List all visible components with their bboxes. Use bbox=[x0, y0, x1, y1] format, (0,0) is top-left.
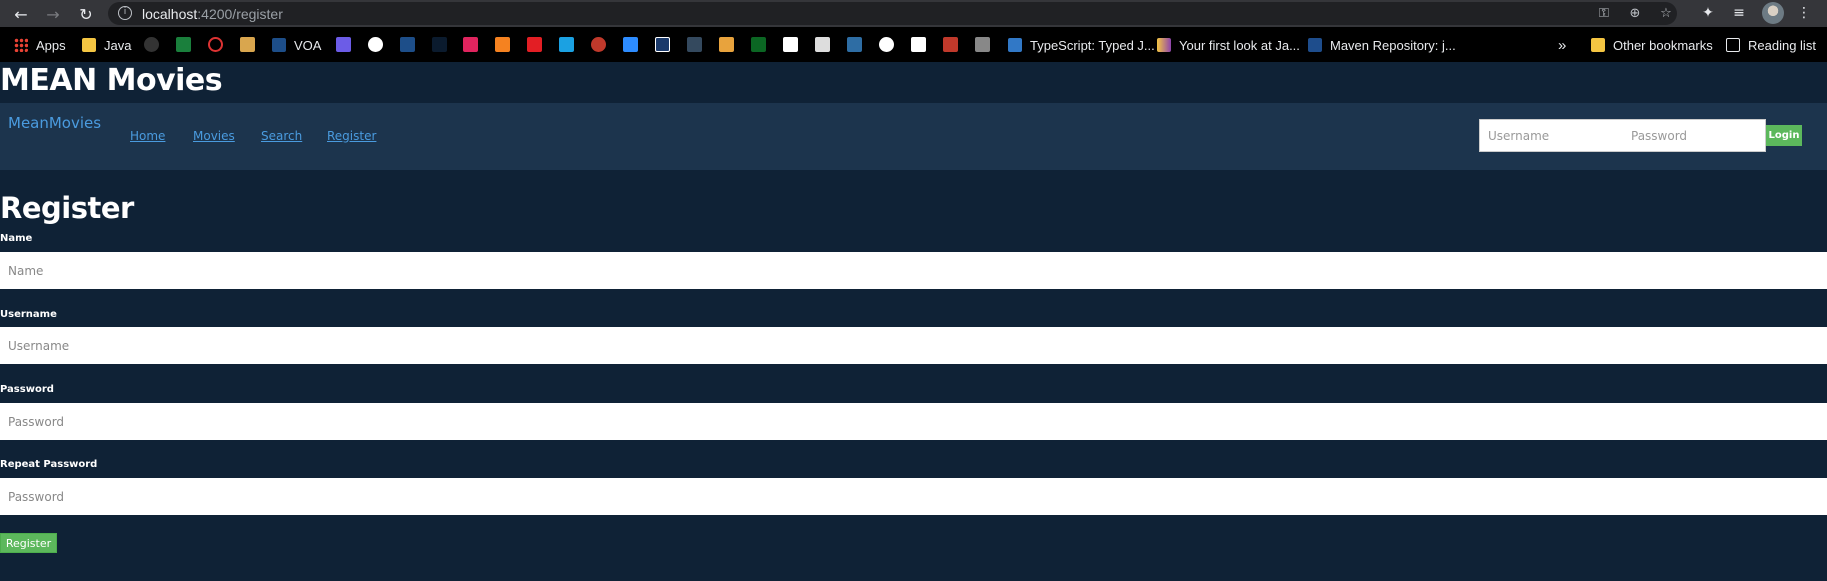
profile-avatar[interactable] bbox=[1762, 2, 1784, 24]
bookmark-maven-label: Maven Repository: j... bbox=[1330, 37, 1456, 53]
tile-icon[interactable] bbox=[975, 37, 990, 52]
globe-icon[interactable] bbox=[879, 37, 894, 52]
login-username-input[interactable] bbox=[1480, 120, 1623, 151]
menu-kebab-icon[interactable]: ⋮ bbox=[1794, 3, 1814, 23]
codepen-icon[interactable] bbox=[783, 37, 798, 52]
name-label: Name bbox=[0, 233, 33, 244]
media-queue-icon[interactable]: ≡ bbox=[1729, 3, 1749, 23]
tr-icon[interactable] bbox=[655, 37, 670, 52]
person-icon[interactable] bbox=[719, 37, 734, 52]
package-icon[interactable] bbox=[240, 37, 255, 52]
voa-icon bbox=[272, 38, 286, 52]
voa-alt-icon[interactable] bbox=[400, 37, 415, 52]
bookmark-page-icon bbox=[1157, 38, 1171, 52]
bookmark-java-label: Java bbox=[104, 37, 132, 53]
register-button[interactable]: Register bbox=[0, 533, 57, 553]
nav-search[interactable]: Search bbox=[261, 129, 302, 143]
login-password-input[interactable] bbox=[1623, 120, 1765, 151]
url-path: :4200/register bbox=[197, 6, 283, 22]
site-info-icon[interactable]: i bbox=[118, 6, 132, 20]
nav-home[interactable]: Home bbox=[130, 129, 165, 143]
navbar: MeanMovies Home Movies Search Register L… bbox=[0, 103, 1827, 170]
ev-icon[interactable] bbox=[559, 37, 574, 52]
reload-icon[interactable]: ↻ bbox=[74, 2, 98, 26]
bookmark-apps[interactable]: Apps bbox=[14, 36, 66, 54]
url-host: localhost bbox=[142, 6, 198, 22]
bookmarks-bar: Apps Java VOA TypeScript: Typed J... You… bbox=[0, 27, 1827, 62]
repeat-password-label: Repeat Password bbox=[0, 459, 98, 470]
codepen-alt-icon[interactable] bbox=[911, 37, 926, 52]
bookmark-maven[interactable]: Maven Repository: j... bbox=[1308, 36, 1456, 54]
bookmark-voa[interactable]: VOA bbox=[272, 36, 321, 54]
r-icon[interactable] bbox=[847, 37, 862, 52]
reading-list[interactable]: Reading list bbox=[1726, 36, 1816, 54]
cube-icon[interactable] bbox=[495, 37, 510, 52]
username-label: Username bbox=[0, 309, 57, 320]
bookmark-apps-label: Apps bbox=[36, 37, 66, 53]
a-logo-icon[interactable] bbox=[623, 37, 638, 52]
login-form bbox=[1479, 119, 1766, 152]
folder-icon bbox=[1591, 38, 1605, 52]
opera-icon[interactable] bbox=[208, 37, 223, 52]
repeat-password-field[interactable] bbox=[0, 478, 1827, 515]
back-arrow-icon[interactable]: ← bbox=[9, 2, 33, 26]
code-icon[interactable] bbox=[336, 37, 351, 52]
grid-icon[interactable] bbox=[815, 37, 830, 52]
gfg-icon[interactable] bbox=[751, 37, 766, 52]
bookmark-first-look[interactable]: Your first look at Ja... bbox=[1157, 36, 1300, 54]
swirl-icon[interactable] bbox=[591, 37, 606, 52]
bird-icon[interactable] bbox=[368, 37, 383, 52]
maven-icon bbox=[1308, 38, 1322, 52]
page-heading: Register bbox=[0, 191, 134, 225]
password-field[interactable] bbox=[0, 403, 1827, 440]
figure-icon[interactable] bbox=[943, 37, 958, 52]
apps-grid-icon bbox=[14, 38, 28, 52]
tds-icon[interactable] bbox=[687, 37, 702, 52]
browser-toolbar: ← → ↻ i localhost:4200/register ⚿ ⊕ ☆ ✦ … bbox=[0, 0, 1827, 27]
username-field[interactable] bbox=[0, 327, 1827, 364]
reading-list-label: Reading list bbox=[1748, 37, 1816, 53]
site-title: MEAN Movies bbox=[0, 63, 223, 98]
bookmarks-overflow-chevron-icon[interactable]: » bbox=[1558, 36, 1566, 54]
bookmark-first-look-label: Your first look at Ja... bbox=[1179, 37, 1300, 53]
nav-movies[interactable]: Movies bbox=[193, 129, 235, 143]
password-label: Password bbox=[0, 384, 54, 395]
github-icon[interactable] bbox=[144, 37, 159, 52]
login-button[interactable]: Login bbox=[1766, 125, 1802, 146]
flag-icon[interactable] bbox=[463, 37, 478, 52]
key-icon[interactable]: ⚿ bbox=[1595, 5, 1613, 23]
brand-link[interactable]: MeanMovies bbox=[8, 114, 101, 132]
forward-arrow-icon[interactable]: → bbox=[41, 2, 65, 26]
bookmark-other-label: Other bookmarks bbox=[1613, 37, 1713, 53]
star-icon[interactable]: ☆ bbox=[1657, 5, 1675, 23]
reading-list-icon bbox=[1726, 38, 1740, 52]
bookmark-typescript[interactable]: TypeScript: Typed J... bbox=[1008, 36, 1155, 54]
address-bar[interactable]: i localhost:4200/register ⚿ ⊕ ☆ bbox=[108, 2, 1677, 25]
bookmark-java[interactable]: Java bbox=[82, 36, 131, 54]
bookmark-voa-label: VOA bbox=[294, 37, 322, 53]
url-text[interactable]: localhost:4200/register bbox=[142, 6, 283, 22]
w3-icon[interactable] bbox=[176, 37, 191, 52]
name-field[interactable] bbox=[0, 252, 1827, 289]
folder-icon bbox=[82, 38, 96, 52]
nav-register[interactable]: Register bbox=[327, 129, 376, 143]
extensions-icon[interactable]: ✦ bbox=[1698, 3, 1718, 23]
zoom-icon[interactable]: ⊕ bbox=[1626, 5, 1644, 23]
bookmark-typescript-label: TypeScript: Typed J... bbox=[1030, 37, 1155, 53]
bookmark-other[interactable]: Other bookmarks bbox=[1591, 36, 1713, 54]
typescript-icon bbox=[1008, 38, 1022, 52]
oracle-icon[interactable] bbox=[527, 37, 542, 52]
x-icon[interactable] bbox=[432, 37, 447, 52]
